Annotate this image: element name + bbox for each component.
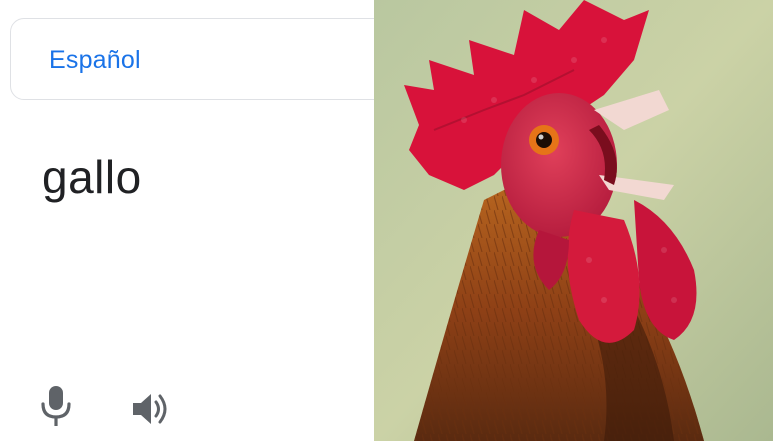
language-label: Español <box>49 46 141 74</box>
rooster-illustration <box>374 0 773 441</box>
translate-card: Español gallo <box>0 0 390 441</box>
rooster-photo <box>374 0 773 441</box>
translated-word: gallo <box>42 151 142 203</box>
language-selector[interactable]: Español <box>10 18 390 100</box>
speaker-icon[interactable] <box>130 389 174 429</box>
screen: Español gallo <box>0 0 773 441</box>
microphone-icon[interactable] <box>38 384 74 428</box>
